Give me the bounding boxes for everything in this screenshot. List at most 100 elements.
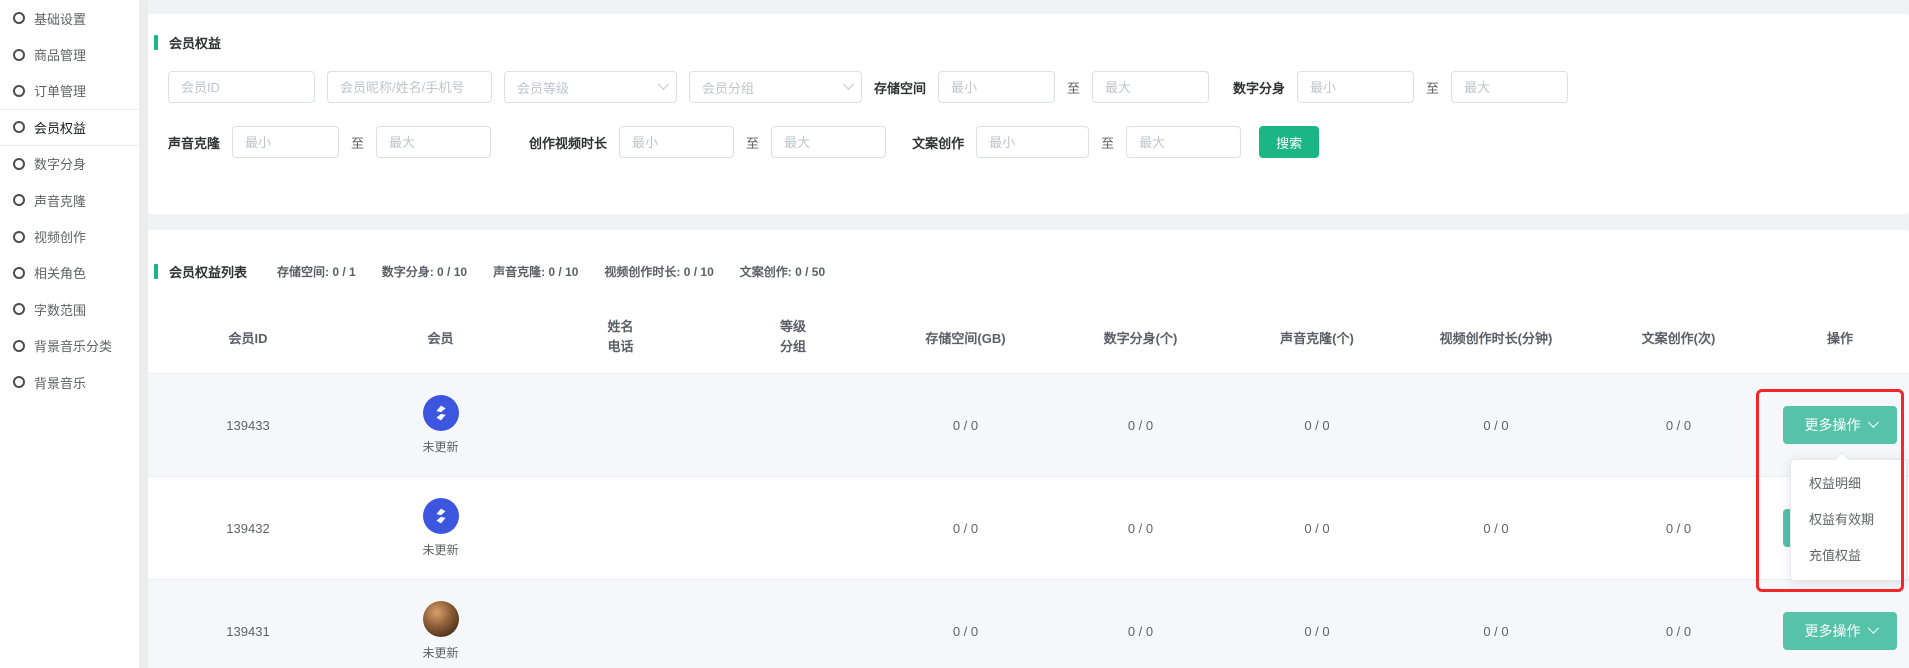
member-level-select[interactable]: 会员等级 bbox=[504, 71, 677, 103]
sidebar-item-label: 背景音乐分类 bbox=[34, 336, 112, 355]
voice-clone-min-input[interactable] bbox=[232, 126, 339, 158]
radio-circle-icon bbox=[13, 267, 25, 279]
col-member-id: 会员ID bbox=[148, 328, 348, 347]
radio-circle-icon bbox=[13, 340, 25, 352]
list-card: 会员权益列表 存储空间: 0 / 1 数字分身: 0 / 10 声音克隆: 0 … bbox=[148, 230, 1909, 668]
sidebar-item-video-creation[interactable]: 视频创作 bbox=[0, 218, 139, 254]
sidebar-item-label: 基础设置 bbox=[34, 9, 86, 28]
actions-cell: 更多操作 bbox=[1771, 612, 1909, 650]
sidebar-item-product-management[interactable]: 商品管理 bbox=[0, 36, 139, 72]
table-row: 139432 未更新 0 / 0 0 / 0 0 / 0 0 / 0 0 / 0… bbox=[148, 476, 1909, 579]
radio-circle-icon bbox=[13, 49, 25, 61]
radio-circle-icon bbox=[13, 85, 25, 97]
table-row: 139431 未更新 0 / 0 0 / 0 0 / 0 0 / 0 0 / 0… bbox=[148, 579, 1909, 668]
col-digital-avatar: 数字分身(个) bbox=[1053, 328, 1228, 347]
member-status: 未更新 bbox=[422, 541, 458, 558]
member-id-cell: 139431 bbox=[148, 624, 348, 639]
digital-avatar-filter-label: 数字分身 bbox=[1233, 78, 1285, 97]
sidebar-item-label: 字数范围 bbox=[34, 300, 86, 319]
sidebar-item-basic-settings[interactable]: 基础设置 bbox=[0, 0, 139, 36]
main-content: 会员权益 会员等级 会员分组 存储空间 至 数字分身 至 声音克隆 bbox=[148, 0, 1909, 668]
stat-video-duration: 视频创作时长: 0 / 10 bbox=[604, 263, 713, 280]
sidebar-item-label: 声音克隆 bbox=[34, 191, 86, 210]
sidebar-item-voice-clone[interactable]: 声音克隆 bbox=[0, 182, 139, 218]
sidebar-item-order-management[interactable]: 订单管理 bbox=[0, 73, 139, 109]
filter-title: 会员权益 bbox=[169, 33, 221, 52]
member-group-select[interactable]: 会员分组 bbox=[689, 71, 862, 103]
chevron-down-icon bbox=[658, 79, 669, 90]
to-label: 至 bbox=[746, 133, 759, 152]
sidebar-item-label: 相关角色 bbox=[34, 263, 86, 282]
voice-clone-cell: 0 / 0 bbox=[1228, 521, 1406, 536]
sidebar-item-label: 订单管理 bbox=[34, 81, 86, 100]
sidebar-item-related-roles[interactable]: 相关角色 bbox=[0, 255, 139, 291]
sidebar-item-digital-avatar[interactable]: 数字分身 bbox=[0, 146, 139, 182]
digital-avatar-cell: 0 / 0 bbox=[1053, 418, 1228, 433]
stat-storage: 存储空间: 0 / 1 bbox=[277, 263, 356, 280]
to-label: 至 bbox=[1067, 78, 1080, 97]
filter-card: 会员权益 会员等级 会员分组 存储空间 至 数字分身 至 声音克隆 bbox=[148, 14, 1909, 214]
digital-avatar-cell: 0 / 0 bbox=[1053, 521, 1228, 536]
storage-max-input[interactable] bbox=[1092, 71, 1209, 103]
chevron-down-icon bbox=[843, 79, 854, 90]
stat-digital-avatar: 数字分身: 0 / 10 bbox=[382, 263, 467, 280]
copywriting-min-input[interactable] bbox=[976, 126, 1089, 158]
member-name-input[interactable] bbox=[327, 71, 492, 103]
copywriting-cell: 0 / 0 bbox=[1586, 521, 1771, 536]
search-button[interactable]: 搜索 bbox=[1259, 126, 1319, 158]
dropdown-item-recharge-benefit[interactable]: 充值权益 bbox=[1791, 538, 1906, 574]
dropdown-item-benefit-validity[interactable]: 权益有效期 bbox=[1791, 502, 1906, 538]
chevron-down-icon bbox=[1867, 623, 1878, 634]
video-duration-cell: 0 / 0 bbox=[1406, 418, 1586, 433]
storage-filter-label: 存储空间 bbox=[874, 78, 926, 97]
sidebar-scrollbar[interactable] bbox=[139, 0, 148, 668]
digital-avatar-min-input[interactable] bbox=[1297, 71, 1414, 103]
filter-section-title: 会员权益 bbox=[148, 14, 1909, 52]
sidebar: 基础设置 商品管理 订单管理 会员权益 数字分身 声音克隆 视频创作 相关角色 … bbox=[0, 0, 139, 668]
video-max-input[interactable] bbox=[771, 126, 886, 158]
section-accent-bar bbox=[154, 264, 158, 279]
more-actions-button[interactable]: 更多操作 bbox=[1783, 612, 1897, 650]
sidebar-item-member-benefits[interactable]: 会员权益 bbox=[0, 109, 139, 145]
list-section-title: 会员权益列表 存储空间: 0 / 1 数字分身: 0 / 10 声音克隆: 0 … bbox=[148, 230, 1909, 281]
radio-circle-icon bbox=[13, 121, 25, 133]
radio-circle-icon bbox=[13, 376, 25, 388]
copywriting-max-input[interactable] bbox=[1126, 126, 1241, 158]
sidebar-item-bgm-category[interactable]: 背景音乐分类 bbox=[0, 328, 139, 364]
sidebar-item-bgm[interactable]: 背景音乐 bbox=[0, 364, 139, 400]
member-level-select-value: 会员等级 bbox=[517, 78, 569, 97]
col-name-phone: 姓名 电话 bbox=[533, 317, 708, 357]
member-cell: 未更新 bbox=[348, 601, 533, 661]
member-avatar-logo-icon bbox=[423, 395, 459, 431]
storage-min-input[interactable] bbox=[938, 71, 1055, 103]
to-label: 至 bbox=[351, 133, 364, 152]
col-actions: 操作 bbox=[1771, 328, 1909, 347]
radio-circle-icon bbox=[13, 158, 25, 170]
video-min-input[interactable] bbox=[619, 126, 734, 158]
storage-cell: 0 / 0 bbox=[878, 521, 1053, 536]
member-group-select-value: 会员分组 bbox=[702, 78, 754, 97]
digital-avatar-max-input[interactable] bbox=[1451, 71, 1568, 103]
copywriting-cell: 0 / 0 bbox=[1586, 418, 1771, 433]
member-cell: 未更新 bbox=[348, 395, 533, 455]
storage-cell: 0 / 0 bbox=[878, 624, 1053, 639]
member-id-input[interactable] bbox=[168, 71, 315, 103]
col-copywriting: 文案创作(次) bbox=[1586, 328, 1771, 347]
more-actions-label: 更多操作 bbox=[1805, 415, 1861, 435]
col-storage: 存储空间(GB) bbox=[878, 328, 1053, 347]
voice-clone-max-input[interactable] bbox=[376, 126, 491, 158]
voice-clone-filter-label: 声音克隆 bbox=[168, 133, 220, 152]
member-status: 未更新 bbox=[422, 644, 458, 661]
col-video-duration: 视频创作时长(分钟) bbox=[1406, 328, 1586, 347]
radio-circle-icon bbox=[13, 303, 25, 315]
sidebar-item-word-count-range[interactable]: 字数范围 bbox=[0, 291, 139, 327]
col-member: 会员 bbox=[348, 328, 533, 347]
sidebar-item-label: 背景音乐 bbox=[34, 373, 86, 392]
to-label: 至 bbox=[1426, 78, 1439, 97]
col-voice-clone: 声音克隆(个) bbox=[1228, 328, 1406, 347]
radio-circle-icon bbox=[13, 12, 25, 24]
more-actions-button[interactable]: 更多操作 bbox=[1783, 406, 1897, 444]
radio-circle-icon bbox=[13, 194, 25, 206]
member-status: 未更新 bbox=[422, 438, 458, 455]
dropdown-item-benefit-details[interactable]: 权益明细 bbox=[1791, 466, 1906, 502]
